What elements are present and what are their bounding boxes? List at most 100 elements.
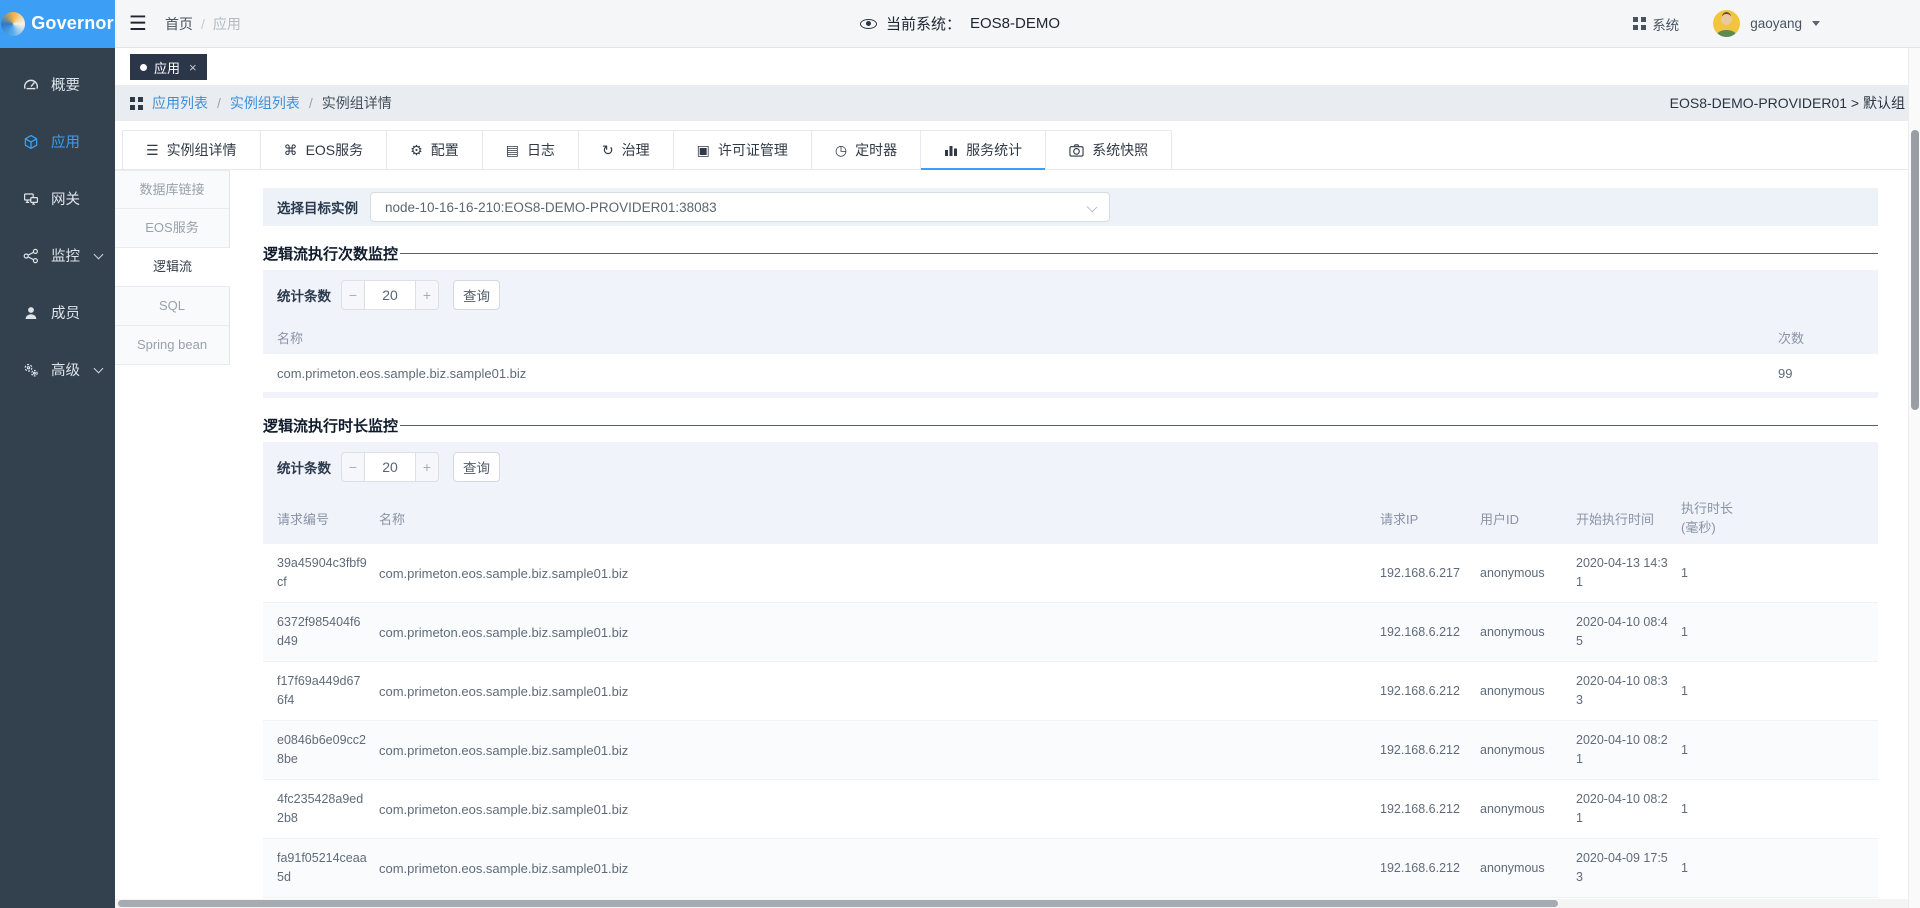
user-caret-down-icon[interactable] <box>1812 21 1820 26</box>
request-ip-cell: 192.168.6.212 <box>1380 743 1468 757</box>
tab-dot-icon <box>140 64 147 71</box>
request-ip-cell: 192.168.6.212 <box>1380 625 1468 639</box>
breadcrumb-home[interactable]: 首页 <box>165 14 193 34</box>
list-icon: ☰ <box>146 143 159 157</box>
tab-logs[interactable]: ▤ 日志 <box>483 130 579 169</box>
system-menu[interactable]: 系统 <box>1633 14 1679 34</box>
table-row: 4fc235428a9ed2b8 com.primeton.eos.sample… <box>263 780 1878 839</box>
current-system-value: EOS8-DEMO <box>970 15 1060 32</box>
instance-group-context: EOS8-DEMO-PROVIDER01 > 默认组 <box>1670 93 1905 113</box>
flow-name-cell: com.primeton.eos.sample.biz.sample01.biz <box>379 625 1368 640</box>
start-time-cell: 2020-04-13 14:31 <box>1576 554 1669 593</box>
request-ip-cell: 192.168.6.217 <box>1380 566 1468 580</box>
table-row: f17f69a449d676f4 com.primeton.eos.sample… <box>263 662 1878 721</box>
vertical-scrollbar-thumb[interactable] <box>1911 130 1919 410</box>
top-header: Governor ☰ 首页 / 应用 当前系统： EOS8-DEMO 系统 ga… <box>0 0 1920 48</box>
tab-timer[interactable]: ◷ 定时器 <box>812 130 921 169</box>
table-row: com.primeton.eos.sample.biz.sample01.biz… <box>263 354 1878 392</box>
count-input[interactable]: 20 <box>364 280 416 310</box>
subnav-filler <box>115 365 230 907</box>
breadcrumb-link-instance-group-list[interactable]: 实例组列表 <box>230 93 300 113</box>
close-icon[interactable]: × <box>189 60 197 75</box>
target-instance-select[interactable]: node-10-16-16-210:EOS8-DEMO-PROVIDER01:3… <box>370 192 1110 222</box>
count-section-title-row: 逻辑流执行次数监控 <box>263 242 1878 264</box>
tab-label: 定时器 <box>855 140 897 160</box>
bar-chart-icon <box>944 143 958 157</box>
flow-name-cell: com.primeton.eos.sample.biz.sample01.biz <box>379 566 1368 581</box>
section-title: 逻辑流执行次数监控 <box>263 243 398 264</box>
current-system: 当前系统： EOS8-DEMO <box>860 13 1060 34</box>
subnav-item-sql[interactable]: SQL <box>115 287 229 326</box>
tab-service-statistics[interactable]: 服务统计 <box>921 130 1046 169</box>
document-icon: ▤ <box>506 143 519 157</box>
duration-table-header: 请求编号 名称 请求IP 用户ID 开始执行时间 执行时长(毫秒) <box>263 492 1878 544</box>
count-table-header: 名称 次数 <box>263 320 1878 354</box>
breadcrumb-separator: / <box>309 95 313 111</box>
stepper-plus-button[interactable]: + <box>416 452 439 482</box>
sidebar-item-label: 网关 <box>51 188 80 209</box>
count-panel: 统计条数 − 20 + 查询 名称 次数 com.primeton.eos.sa <box>263 270 1878 398</box>
breadcrumb-separator: / <box>217 95 221 111</box>
subnav-item-eos-service[interactable]: EOS服务 <box>115 209 229 248</box>
request-ip-cell: 192.168.6.212 <box>1380 802 1468 816</box>
duration-panel: 统计条数 − 20 + 查询 请求编号 名称 请求IP 用户ID 开始执行 <box>263 442 1878 908</box>
command-icon: ⌘ <box>284 143 298 157</box>
tab-label: 许可证管理 <box>718 140 788 160</box>
sidebar-item-label: 监控 <box>51 245 80 266</box>
horizontal-scrollbar[interactable] <box>115 899 1908 908</box>
page-breadcrumb-bar: 应用列表 / 实例组列表 / 实例组详情 EOS8-DEMO-PROVIDER0… <box>115 85 1920 121</box>
sidebar-item-gateway[interactable]: 网关 <box>0 170 115 227</box>
tab-license-management[interactable]: ▣ 许可证管理 <box>674 130 812 169</box>
grid-icon <box>1633 17 1646 30</box>
table-row: e0846b6e09cc28be com.primeton.eos.sample… <box>263 721 1878 780</box>
tab-label: 配置 <box>431 140 459 160</box>
sidebar-item-monitoring[interactable]: 监控 <box>0 227 115 284</box>
sidebar-item-applications[interactable]: 应用 <box>0 113 115 170</box>
table-row: fa91f05214ceaa5d com.primeton.eos.sample… <box>263 839 1878 898</box>
request-id-cell: 4fc235428a9ed2b8 <box>277 790 367 829</box>
duration-cell: 1 <box>1681 566 1878 580</box>
tab-governance[interactable]: ↻ 治理 <box>579 130 674 169</box>
hamburger-menu-icon[interactable]: ☰ <box>129 11 147 36</box>
tab-label: 实例组详情 <box>167 140 237 160</box>
duration-toolbar: 统计条数 − 20 + 查询 <box>263 442 1878 492</box>
count-stepper: − 20 + <box>341 452 439 482</box>
stepper-minus-button[interactable]: − <box>341 280 364 310</box>
breadcrumb-link-app-list[interactable]: 应用列表 <box>152 93 208 113</box>
tab-eos-service[interactable]: ⌘ EOS服务 <box>261 130 388 169</box>
username[interactable]: gaoyang <box>1750 16 1802 31</box>
col-request-ip: 请求IP <box>1380 509 1468 528</box>
subnav-item-db-connections[interactable]: 数据库链接 <box>115 170 229 209</box>
request-id-cell: e0846b6e09cc28be <box>277 731 367 770</box>
avatar[interactable] <box>1713 10 1740 37</box>
subnav-item-spring-bean[interactable]: Spring bean <box>115 326 229 365</box>
sidebar-item-advanced[interactable]: 高级 <box>0 341 115 398</box>
duration-cell: 1 <box>1681 861 1878 875</box>
tab-instance-group-detail[interactable]: ☰ 实例组详情 <box>122 130 261 169</box>
logo-swirl-icon <box>1 12 25 36</box>
tab-system-snapshot[interactable]: 系统快照 <box>1046 130 1172 169</box>
title-rule <box>400 253 1878 254</box>
stepper-plus-button[interactable]: + <box>416 280 439 310</box>
tab-config[interactable]: ⚙ 配置 <box>387 130 483 169</box>
start-time-cell: 2020-04-09 17:53 <box>1576 849 1669 888</box>
open-tab-label: 应用 <box>154 58 180 77</box>
title-rule <box>400 425 1878 426</box>
chevron-down-icon <box>94 364 104 374</box>
table-row: 39a45904c3fbf9cf com.primeton.eos.sample… <box>263 544 1878 603</box>
start-time-cell: 2020-04-10 08:21 <box>1576 790 1669 829</box>
sidebar-item-overview[interactable]: 概要 <box>0 56 115 113</box>
horizontal-scrollbar-thumb[interactable] <box>118 900 1558 907</box>
stepper-minus-button[interactable]: − <box>341 452 364 482</box>
vertical-scrollbar[interactable] <box>1908 48 1920 908</box>
count-cell: 99 <box>1778 366 1878 381</box>
open-tab-chip-applications[interactable]: 应用 × <box>130 54 207 80</box>
count-input[interactable]: 20 <box>364 452 416 482</box>
main-sidebar: 概要 应用 网关 监控 成员 高级 <box>0 48 115 908</box>
subnav-item-logic-flow[interactable]: 逻辑流 <box>115 248 230 287</box>
query-button[interactable]: 查询 <box>453 280 500 310</box>
query-button[interactable]: 查询 <box>453 452 500 482</box>
flow-name-cell: com.primeton.eos.sample.biz.sample01.biz <box>379 743 1368 758</box>
sidebar-item-members[interactable]: 成员 <box>0 284 115 341</box>
start-time-cell: 2020-04-10 08:21 <box>1576 731 1669 770</box>
